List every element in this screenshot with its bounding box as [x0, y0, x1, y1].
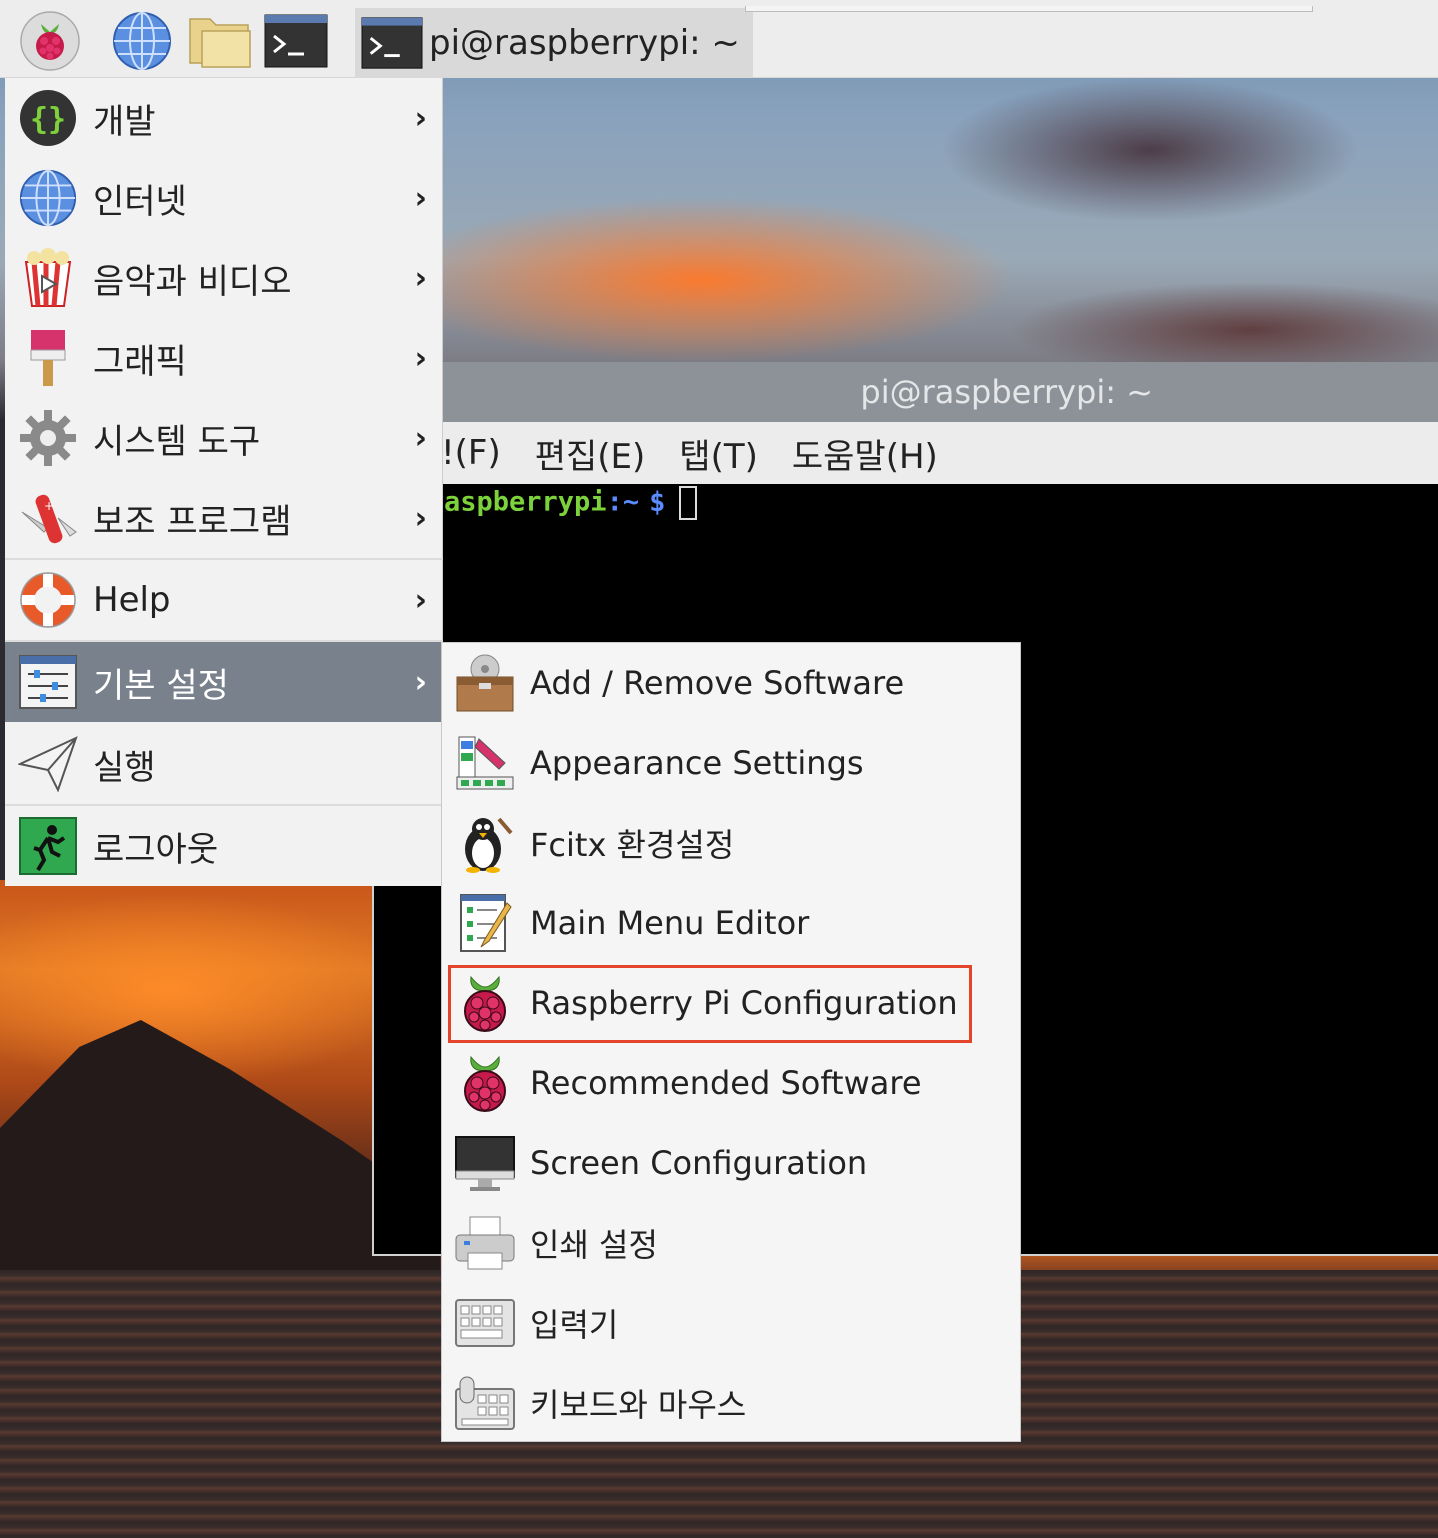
taskbar-window-terminal[interactable]: pi@raspberrypi: ~ [355, 8, 753, 78]
svg-text:{}: {} [30, 102, 66, 137]
swiss-knife-icon: + [17, 487, 79, 549]
chevron-right-icon: › [414, 340, 427, 376]
lifebuoy-icon [17, 569, 79, 631]
terminal-menubar: !(F) 편집(E) 탭(T) 도움말(H) [441, 422, 1438, 484]
menu-item-internet[interactable]: 인터넷 › [5, 158, 443, 238]
printer-icon [454, 1212, 516, 1274]
chevron-right-icon: › [414, 100, 427, 136]
penguin-icon [454, 812, 516, 874]
submenu-item-print-settings[interactable]: 인쇄 설정 [442, 1203, 1022, 1283]
submenu-item-add-remove-software[interactable]: Add / Remove Software [442, 643, 1022, 723]
submenu-item-label: 키보드와 마우스 [530, 1386, 747, 1424]
terminal-cursor [679, 486, 698, 520]
menu-item-label: Help [93, 580, 171, 620]
terminal-menu-file[interactable]: !(F) [441, 433, 501, 473]
terminal-titlebar[interactable]: pi@raspberrypi: ~ [441, 362, 1438, 422]
menu-item-system-tools[interactable]: 시스템 도구 › [5, 398, 443, 478]
menu-item-accessories[interactable]: + 보조 프로그램 › [5, 478, 443, 558]
menu-item-label: 시스템 도구 [93, 421, 261, 462]
menu-item-label: 기본 설정 [93, 665, 229, 706]
submenu-item-label: 입력기 [530, 1306, 619, 1344]
menu-item-label: 개발 [93, 101, 156, 142]
code-braces-icon: {} [17, 87, 79, 149]
menu-item-label: 인터넷 [93, 181, 187, 222]
menu-item-development[interactable]: {} 개발 › [5, 78, 443, 158]
submenu-item-label: Appearance Settings [530, 744, 864, 782]
menu-item-help[interactable]: Help › [5, 560, 443, 640]
terminal-icon[interactable] [264, 10, 328, 72]
submenu-item-main-menu-editor[interactable]: Main Menu Editor [442, 883, 1022, 963]
menu-item-graphics[interactable]: 그래픽 › [5, 318, 443, 398]
raspberry-icon[interactable] [18, 10, 82, 72]
terminal-menu-tabs[interactable]: 탭(T) [679, 429, 758, 478]
color-palette-icon [454, 732, 516, 794]
terminal-menu-edit[interactable]: 편집(E) [535, 429, 646, 478]
menu-item-label: 로그아웃 [93, 829, 219, 870]
menu-item-label: 실행 [93, 747, 156, 788]
keyboard-icon [454, 1292, 516, 1354]
main-menu: {} 개발 › 인터넷 › 음악과 비디오 › 그래픽 › 시스템 도구 › + [5, 78, 443, 886]
preferences-sliders-icon [17, 651, 79, 713]
taskbar: pi@raspberrypi: ~ [0, 0, 1438, 78]
taskbar-tray-area [745, 6, 1313, 12]
submenu-item-label: Screen Configuration [530, 1144, 868, 1182]
menu-item-label: 그래픽 [93, 341, 187, 382]
menu-item-logout[interactable]: 로그아웃 [5, 806, 443, 886]
submenu-item-appearance-settings[interactable]: Appearance Settings [442, 723, 1022, 803]
prompt-symbol: $ [649, 486, 666, 518]
terminal-menu-help[interactable]: 도움말(H) [792, 429, 938, 478]
raspberry-icon [454, 1052, 516, 1114]
monitor-icon [454, 1132, 516, 1194]
chevron-right-icon: › [414, 180, 427, 216]
keyboard-mouse-icon [454, 1372, 516, 1434]
submenu-item-screen-configuration[interactable]: Screen Configuration [442, 1123, 1022, 1203]
submenu-item-recommended-software[interactable]: Recommended Software [442, 1043, 1022, 1123]
folder-icon[interactable] [188, 10, 252, 72]
preferences-submenu: Add / Remove Software Appearance Setting… [441, 642, 1021, 1442]
terminal-icon [361, 16, 423, 70]
menu-item-preferences[interactable]: 기본 설정 › [5, 642, 443, 722]
submenu-item-label: Main Menu Editor [530, 904, 810, 942]
highlight-annotation-box [448, 965, 972, 1043]
menu-item-sound-video[interactable]: 음악과 비디오 › [5, 238, 443, 318]
submenu-item-label: Fcitx 환경설정 [530, 826, 735, 864]
chevron-right-icon: › [414, 260, 427, 296]
menu-editor-icon [454, 892, 516, 954]
popcorn-video-icon [17, 247, 79, 309]
paintbrush-icon [17, 327, 79, 389]
exit-running-man-icon [17, 815, 79, 877]
package-box-icon [454, 652, 516, 714]
submenu-item-keyboard-mouse[interactable]: 키보드와 마우스 [442, 1363, 1022, 1443]
submenu-item-input-method[interactable]: 입력기 [442, 1283, 1022, 1363]
taskbar-window-title: pi@raspberrypi: ~ [429, 23, 740, 63]
chevron-right-icon: › [414, 500, 427, 536]
submenu-item-label: 인쇄 설정 [530, 1226, 658, 1264]
globe-icon[interactable] [110, 10, 174, 72]
terminal-prompt: aspberrypi:~ $ [444, 486, 698, 520]
terminal-title: pi@raspberrypi: ~ [860, 373, 1153, 411]
gear-icon [17, 407, 79, 469]
globe-icon [17, 167, 79, 229]
submenu-item-fcitx-config[interactable]: Fcitx 환경설정 [442, 803, 1022, 883]
svg-text:+: + [44, 499, 54, 513]
menu-item-run[interactable]: 실행 [5, 724, 443, 804]
menu-item-label: 보조 프로그램 [93, 501, 292, 542]
paper-plane-icon [17, 733, 79, 795]
chevron-right-icon: › [414, 582, 427, 618]
menu-item-label: 음악과 비디오 [93, 261, 292, 302]
chevron-right-icon: › [414, 420, 427, 456]
chevron-right-icon: › [414, 664, 427, 700]
prompt-path: :~ [606, 486, 640, 518]
submenu-item-label: Recommended Software [530, 1064, 922, 1102]
prompt-host: aspberrypi [444, 486, 607, 518]
submenu-item-label: Add / Remove Software [530, 664, 905, 702]
